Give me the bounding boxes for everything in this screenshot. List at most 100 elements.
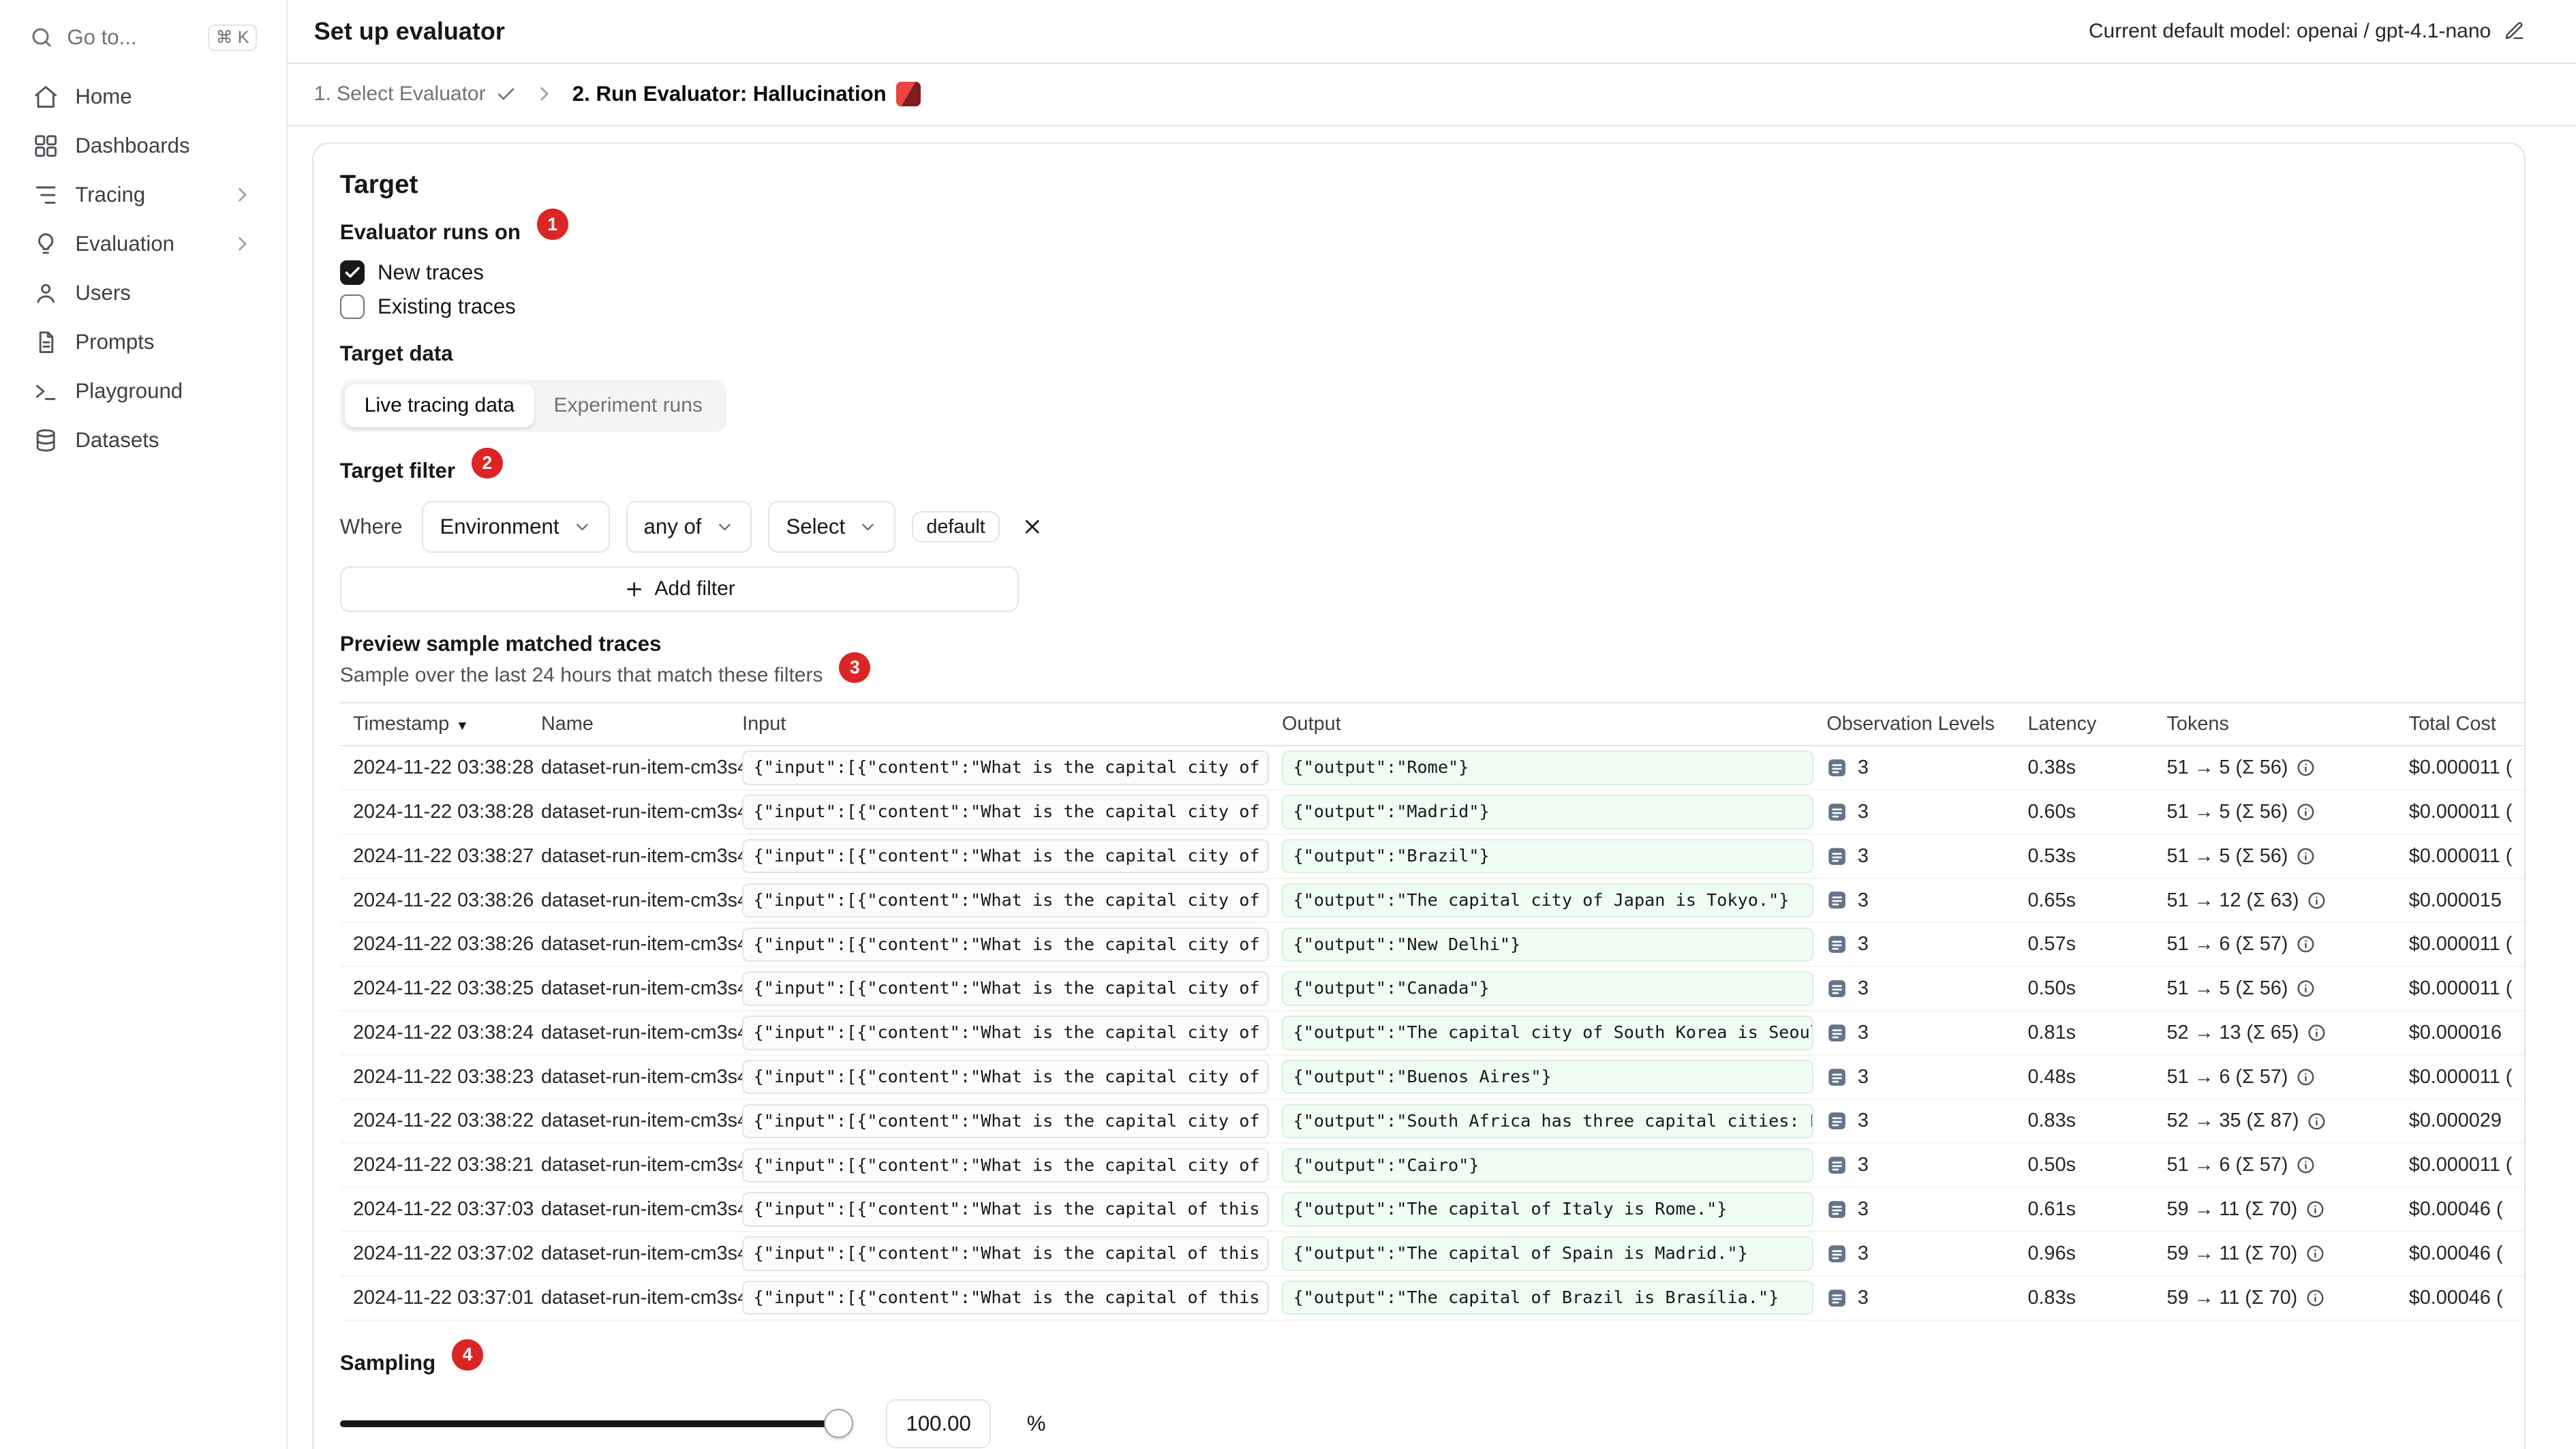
cell-input: {"input":[{"content":"What is the capita…	[742, 834, 1283, 879]
info-icon[interactable]	[2296, 979, 2316, 998]
info-icon[interactable]	[2307, 891, 2327, 911]
table-row[interactable]: 2024-11-22 03:37:01 dataset-run-item-cm3…	[339, 1275, 2524, 1321]
cell-total-cost: $0.000011 (	[2408, 834, 2524, 879]
cell-output: {"output":"Canada"}	[1282, 966, 1827, 1011]
column-header-latency: Latency	[2027, 703, 2167, 747]
input-preview: {"input":[{"content":"What is the capita…	[742, 1192, 1269, 1227]
goto-search[interactable]: Go to... ⌘ K	[20, 16, 267, 59]
table-row[interactable]: 2024-11-22 03:37:02 dataset-run-item-cm3…	[339, 1231, 2524, 1277]
cell-name: dataset-run-item-cm3s4	[540, 1054, 743, 1100]
cell-observation-levels: 3	[1826, 1275, 2028, 1321]
table-row[interactable]: 2024-11-22 03:38:28 dataset-run-item-cm3…	[339, 790, 2524, 835]
table-row[interactable]: 2024-11-22 03:38:23 dataset-run-item-cm3…	[339, 1054, 2524, 1100]
info-icon[interactable]	[2307, 1112, 2327, 1131]
sidebar-item-playground[interactable]: Playground	[20, 367, 267, 416]
cell-output: {"output":"The capital of Italy is Rome.…	[1282, 1187, 1827, 1232]
info-icon[interactable]	[2305, 1200, 2325, 1219]
checkbox-box[interactable]	[339, 260, 365, 285]
cell-latency: 0.61s	[2027, 1187, 2167, 1232]
slider-knob[interactable]	[824, 1409, 854, 1439]
cell-timestamp: 2024-11-22 03:38:24	[339, 1011, 541, 1056]
cell-total-cost: $0.000029	[2408, 1099, 2524, 1144]
prompts-icon	[33, 329, 59, 355]
steps-breadcrumb: 1. Select Evaluator 2. Run Evaluator: Ha…	[288, 64, 2576, 126]
edit-model-icon[interactable]	[2504, 20, 2525, 42]
table-row[interactable]: 2024-11-22 03:38:27 dataset-run-item-cm3…	[339, 834, 2524, 879]
filter-operator-select[interactable]: any of	[626, 500, 752, 553]
checkbox-new-traces[interactable]: New traces	[339, 256, 2498, 290]
cell-name: dataset-run-item-cm3s4	[540, 1099, 743, 1144]
table-row[interactable]: 2024-11-22 03:38:21 dataset-run-item-cm3…	[339, 1143, 2524, 1189]
target-heading: Target	[339, 170, 418, 200]
segment-experiment-runs[interactable]: Experiment runs	[534, 384, 722, 427]
info-icon[interactable]	[2296, 758, 2316, 778]
cell-latency: 0.83s	[2027, 1275, 2167, 1321]
observation-levels-icon	[1826, 889, 1847, 911]
sidebar-item-label: Prompts	[75, 329, 155, 354]
search-icon	[29, 25, 54, 50]
cell-timestamp: 2024-11-22 03:38:26	[339, 878, 541, 924]
cell-latency: 0.96s	[2027, 1231, 2167, 1277]
trace-table-body: 2024-11-22 03:38:28 dataset-run-item-cm3…	[339, 746, 2524, 1321]
add-filter-button[interactable]: Add filter	[339, 566, 1019, 612]
info-icon[interactable]	[2305, 1288, 2325, 1308]
observation-levels-icon	[1826, 1022, 1847, 1043]
info-icon[interactable]	[2296, 1067, 2316, 1087]
cell-output: {"output":"South Africa has three capita…	[1282, 1099, 1827, 1144]
info-icon[interactable]	[2296, 934, 2316, 954]
segment-live-tracing-data[interactable]: Live tracing data	[344, 384, 534, 427]
sidebar-item-dashboards[interactable]: Dashboards	[20, 121, 267, 170]
content: Target Evaluator runs on 1 New traces Ex…	[288, 126, 2576, 1449]
cell-output: {"output":"New Delhi"}	[1282, 922, 1827, 968]
output-preview: {"output":"The capital city of Japan is …	[1282, 883, 1814, 918]
runs-on-options: New traces Existing traces	[339, 256, 2498, 324]
filter-column-select[interactable]: Environment	[422, 500, 610, 553]
info-icon[interactable]	[2296, 1155, 2316, 1175]
cell-output: {"output":"The capital of Spain is Madri…	[1282, 1231, 1827, 1277]
filter-row: Where Environment any of Select default	[339, 500, 2498, 553]
sampling-section: Sampling 4 %	[339, 1339, 2498, 1448]
sampling-slider[interactable]	[339, 1409, 854, 1439]
observation-levels-icon	[1826, 1243, 1847, 1264]
where-label: Where	[339, 515, 403, 539]
cell-output: {"output":"The capital of Brazil is Bras…	[1282, 1275, 1827, 1321]
checkbox-existing-traces[interactable]: Existing traces	[339, 290, 2498, 324]
cell-tokens: 51 → 12 (Σ 63)	[2166, 878, 2409, 924]
sidebar-item-home[interactable]: Home	[20, 72, 267, 121]
input-preview: {"input":[{"content":"What is the capita…	[742, 971, 1269, 1006]
cell-output: {"output":"Madrid"}	[1282, 790, 1827, 835]
sidebar-item-prompts[interactable]: Prompts	[20, 318, 267, 367]
info-icon[interactable]	[2307, 1023, 2327, 1043]
sidebar-item-evaluation[interactable]: Evaluation	[20, 219, 267, 269]
remove-filter-button[interactable]	[1016, 510, 1049, 543]
sidebar-item-tracing[interactable]: Tracing	[20, 170, 267, 219]
cell-observation-levels: 3	[1826, 1187, 2028, 1232]
sidebar-item-datasets[interactable]: Datasets	[20, 416, 267, 465]
cell-tokens: 52 → 35 (Σ 87)	[2166, 1099, 2409, 1144]
default-model-info[interactable]: Current default model: openai / gpt-4.1-…	[2089, 20, 2526, 43]
table-row[interactable]: 2024-11-22 03:38:25 dataset-run-item-cm3…	[339, 966, 2524, 1011]
table-row[interactable]: 2024-11-22 03:38:26 dataset-run-item-cm3…	[339, 922, 2524, 968]
step-select-evaluator[interactable]: 1. Select Evaluator	[314, 82, 517, 106]
filter-value-select[interactable]: Select	[768, 500, 896, 553]
input-preview: {"input":[{"content":"What is the capita…	[742, 1060, 1269, 1095]
info-icon[interactable]	[2296, 846, 2316, 866]
column-header-timestamp[interactable]: Timestamp ▼	[339, 703, 541, 747]
table-row[interactable]: 2024-11-22 03:38:22 dataset-run-item-cm3…	[339, 1099, 2524, 1144]
output-preview: {"output":"Buenos Aires"}	[1282, 1060, 1814, 1095]
cell-total-cost: $0.00046 (	[2408, 1275, 2524, 1321]
info-icon[interactable]	[2296, 802, 2316, 822]
table-row[interactable]: 2024-11-22 03:38:28 dataset-run-item-cm3…	[339, 746, 2524, 791]
slider-track[interactable]	[339, 1420, 850, 1427]
observation-levels-icon	[1826, 1067, 1847, 1088]
sidebar-item-users[interactable]: Users	[20, 269, 267, 318]
table-row[interactable]: 2024-11-22 03:37:03 dataset-run-item-cm3…	[339, 1187, 2524, 1232]
table-row[interactable]: 2024-11-22 03:38:24 dataset-run-item-cm3…	[339, 1011, 2524, 1056]
table-row[interactable]: 2024-11-22 03:38:26 dataset-run-item-cm3…	[339, 878, 2524, 924]
cell-total-cost: $0.000015	[2408, 878, 2524, 924]
sampling-percentage-input[interactable]	[886, 1399, 991, 1448]
sidebar-item-label: Tracing	[75, 182, 146, 207]
info-icon[interactable]	[2305, 1244, 2325, 1264]
checkbox-box[interactable]	[339, 294, 365, 320]
check-icon	[495, 84, 517, 105]
